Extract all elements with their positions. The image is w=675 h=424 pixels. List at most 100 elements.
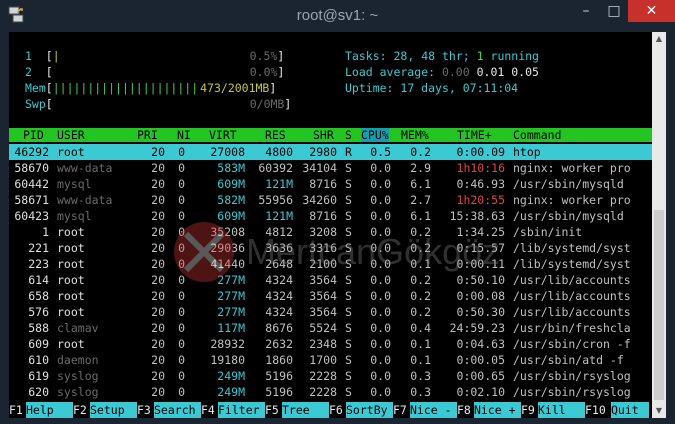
fkey-f3[interactable]: F3 (137, 402, 151, 418)
process-row[interactable]: 46292 root 20 0 27008 4800 2980 R 0.5 0.2 0:00.09 h… (9, 144, 652, 160)
close-button[interactable]: ✕ (628, 0, 675, 22)
cell-command: /usr/lib/accounts (513, 305, 631, 319)
cell-state: S (345, 321, 352, 335)
cell-time: 0:00.65 (456, 369, 505, 383)
cell-virt: 28932 (210, 337, 245, 351)
fkey-f8[interactable]: F8 (457, 402, 471, 418)
cell-cpu: 0.0 (370, 321, 391, 335)
cell-state: S (345, 193, 352, 207)
cell-pri: 20 (151, 305, 165, 319)
col-user[interactable]: USER (57, 128, 85, 142)
col-mem[interactable]: MEM% (401, 128, 429, 142)
cell-state: S (345, 369, 352, 383)
process-row[interactable]: 60442 mysql 20 0 609M 121M 8716 S 0.0 6.1 0:46.93 /… (9, 176, 652, 192)
cell-pri: 20 (151, 193, 165, 207)
cell-mem: 2.7 (410, 193, 431, 207)
process-row[interactable]: 588 clamav 20 0 117M 8676 5524 S 0.0 0.4 24:59.23 /… (9, 320, 652, 336)
cell-shr: 1700 (309, 353, 337, 367)
cell-user: root (57, 273, 85, 287)
cell-pid: 58670 (14, 161, 49, 175)
col-command[interactable]: Command (513, 128, 561, 142)
maximize-button[interactable]: □ (600, 0, 628, 22)
fkey-label-nice[interactable]: Nice + (474, 402, 521, 418)
cell-virt: 249M (217, 385, 245, 399)
cell-time: 1h10:16 (456, 161, 505, 175)
col-state[interactable]: S (345, 128, 352, 142)
cell-virt: 277M (217, 305, 245, 319)
col-virt[interactable]: VIRT (209, 128, 237, 142)
uptime: Uptime: 17 days, 07:11:04 (345, 81, 519, 95)
cell-user: clamav (57, 321, 99, 335)
scroll-up-arrow-icon[interactable]: ▲ (652, 32, 666, 46)
col-pid[interactable]: PID (23, 128, 44, 142)
cell-ni: 0 (178, 385, 185, 399)
fkey-label-nice[interactable]: Nice - (410, 402, 457, 418)
cell-virt: 609M (217, 177, 245, 191)
fkey-f4[interactable]: F4 (201, 402, 215, 418)
cell-state: S (345, 305, 352, 319)
cell-cpu: 0.0 (370, 305, 391, 319)
cell-shr: 2348 (309, 337, 337, 351)
col-time[interactable]: TIME+ (457, 128, 492, 142)
process-row[interactable]: 610 daemon 20 0 19180 1860 1700 S 0.0 0.1 0:00.05 /… (9, 352, 652, 368)
cell-ni: 0 (178, 353, 185, 367)
process-row[interactable]: 576 root 20 0 277M 4324 3564 S 0.0 0.2 0:50.30/usr… (9, 304, 652, 320)
terminal-area[interactable]: 1 [| 0.5%] 2 [0.0%] Mem[|||||||||||||||||… (9, 32, 652, 418)
cell-virt: 27008 (210, 145, 245, 159)
fkey-label-search[interactable]: Search (154, 402, 201, 418)
fkey-f7[interactable]: F7 (393, 402, 407, 418)
cell-pri: 20 (151, 289, 165, 303)
cell-pri: 20 (151, 353, 165, 367)
cell-ni: 0 (178, 337, 185, 351)
mem-meter: Mem[||||||||||||||||||||| 473/2001MB] (25, 81, 277, 95)
function-key-bar: F1 Help F2 Setup F3 Search F4 Filter F5 Tree F6 Sor… (9, 402, 652, 418)
process-row[interactable]: 58670 www-data 20 0 583M 60392 34104 S 0.0 2.9 1h1… (9, 160, 652, 176)
col-cpu[interactable]: CPU% (361, 128, 389, 142)
cell-user: daemon (57, 353, 99, 367)
fkey-f10[interactable]: F10 (585, 402, 606, 418)
cell-user: root (57, 241, 85, 255)
fkey-label-sortby[interactable]: SortBy (346, 402, 393, 418)
cpu2-meter: 2 [0.0%] (25, 65, 285, 79)
fkey-f1[interactable]: F1 (9, 402, 23, 418)
cell-time: 0:50.30 (456, 305, 505, 319)
scroll-down-arrow-icon[interactable]: ▼ (652, 404, 666, 418)
fkey-label-kill[interactable]: Kill (538, 402, 585, 418)
minimize-button[interactable]: – (572, 0, 600, 22)
cell-mem: 0.1 (410, 353, 431, 367)
fkey-f9[interactable]: F9 (521, 402, 535, 418)
cell-cpu: 0.0 (370, 193, 391, 207)
vertical-scrollbar[interactable]: ▲ ▼ (652, 32, 666, 418)
fkey-f5[interactable]: F5 (265, 402, 279, 418)
cpu1-meter: 1 [| 0.5%] (25, 49, 285, 63)
cell-time: 1h20:55 (456, 193, 505, 207)
col-pri[interactable]: PRI (137, 128, 158, 142)
fkey-label-tree[interactable]: Tree (282, 402, 329, 418)
process-row[interactable]: 619 syslog 20 0 249M 5196 2228 S 0.0 0.3 0:00.65/u… (9, 368, 652, 384)
cell-command: htop (513, 145, 541, 159)
process-row[interactable]: 58671 www-data 20 0 582M 55956 34260 S 0.0 2.7 1h2… (9, 192, 652, 208)
scrollbar-thumb[interactable] (654, 210, 664, 400)
fkey-f2[interactable]: F2 (73, 402, 87, 418)
fkey-label-quit[interactable]: Quit (611, 402, 649, 418)
process-row[interactable]: 609 root 20 0 28932 2632 2348 S 0.0 0.1 0:04.63/us… (9, 336, 652, 352)
cell-user: root (57, 257, 85, 271)
cell-ni: 0 (178, 193, 185, 207)
fkey-f6[interactable]: F6 (329, 402, 343, 418)
cell-pid: 60423 (14, 209, 49, 223)
load-average: Load average: 0.00 0.01 0.05 (345, 65, 539, 79)
cell-res: 121M (265, 177, 293, 191)
fkey-label-setup[interactable]: Setup (90, 402, 137, 418)
col-shr[interactable]: SHR (313, 128, 334, 142)
cell-cpu: 0.5 (370, 145, 391, 159)
tasks-summary: Tasks: 28, 48 thr; 1 running (345, 49, 539, 63)
process-row[interactable]: 620 syslog 20 0 249M 5196 2228 S 0.0 0.3 0:02.10/u… (9, 384, 652, 400)
cell-res: 4324 (265, 305, 293, 319)
fkey-label-help[interactable]: Help (26, 402, 73, 418)
cell-pid: 620 (28, 385, 49, 399)
cell-shr: 2980 (309, 145, 337, 159)
fkey-label-filter[interactable]: Filter (218, 402, 265, 418)
col-res[interactable]: RES (265, 128, 286, 142)
col-ni[interactable]: NI (177, 128, 191, 142)
cell-user: root (57, 225, 85, 239)
